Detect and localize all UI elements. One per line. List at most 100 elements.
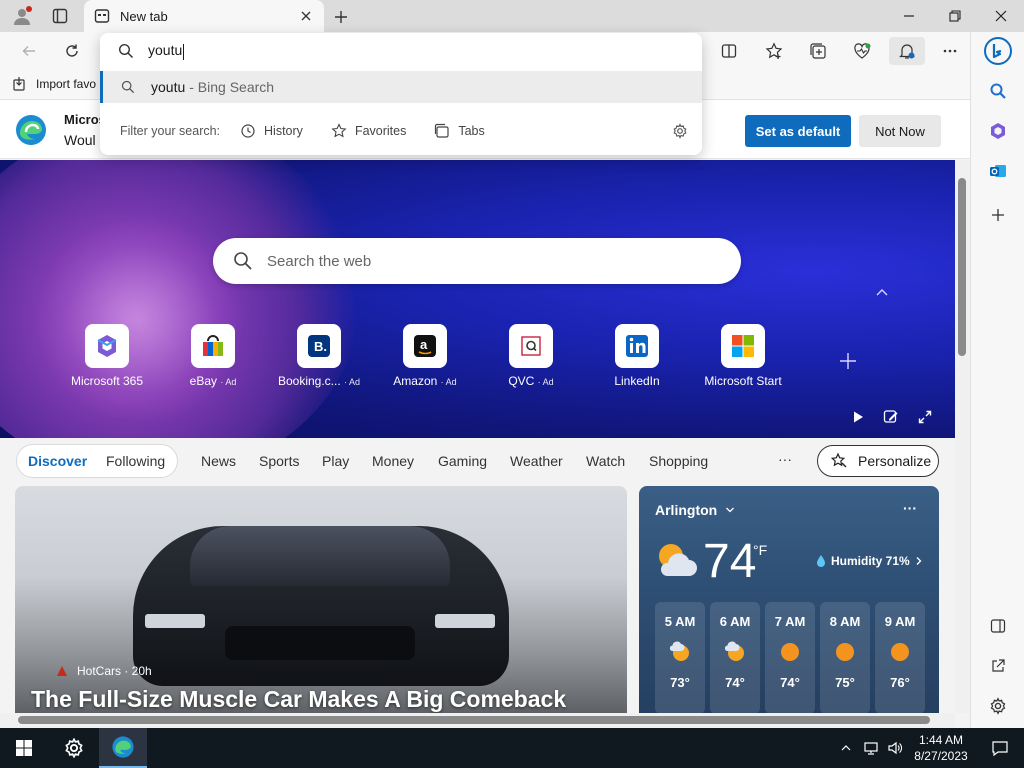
set-as-default-button[interactable]: Set as default: [745, 115, 851, 147]
vertical-scrollbar[interactable]: [955, 160, 970, 713]
tab-shopping[interactable]: Shopping: [649, 453, 708, 469]
import-favorites-item[interactable]: Import favo: [12, 76, 96, 92]
not-now-button[interactable]: Not Now: [859, 115, 941, 147]
favorites-icon[interactable]: [759, 37, 789, 65]
personalize-button[interactable]: Personalize: [817, 445, 939, 477]
tab-following[interactable]: Following: [106, 453, 165, 469]
hourly-forecast-item[interactable]: 8 AM 75°: [820, 602, 870, 714]
personalize-icon: [830, 452, 848, 470]
minimize-button[interactable]: [886, 0, 932, 32]
quick-link-amazon[interactable]: a Amazon · Ad: [370, 324, 480, 388]
tab-gaming[interactable]: Gaming: [438, 453, 487, 469]
ad-badge: · Ad: [440, 377, 457, 387]
show-hidden-icons-chevron-icon[interactable]: [834, 728, 858, 768]
horizontal-scrollbar[interactable]: [0, 713, 955, 728]
news-headline[interactable]: The Full-Size Muscle Car Makes A Big Com…: [31, 686, 566, 713]
suggestion-query: youtu: [151, 79, 186, 95]
sidebar-office-icon[interactable]: [984, 117, 1012, 145]
sidebar-panel-icon[interactable]: [984, 612, 1012, 640]
add-quick-link-icon[interactable]: [837, 350, 859, 372]
tile-label: Microsoft 365: [70, 374, 144, 388]
weather-city: Arlington: [655, 502, 718, 518]
horizontal-scroll-thumb[interactable]: [18, 716, 930, 724]
address-bar-value: youtu: [148, 42, 183, 59]
notifications-icon[interactable]: [889, 37, 925, 65]
tab-watch[interactable]: Watch: [586, 453, 625, 469]
tile-label: QVC: [508, 374, 535, 388]
close-window-button[interactable]: [978, 0, 1024, 32]
temperature-unit: °F: [753, 542, 768, 558]
current-temperature: 74: [703, 535, 757, 588]
filter-tabs[interactable]: Tabs: [434, 123, 485, 139]
taskbar-settings-icon[interactable]: [50, 728, 98, 768]
hotcars-logo-icon: [55, 664, 69, 678]
web-search-box[interactable]: Search the web: [213, 238, 741, 284]
tab-weather[interactable]: Weather: [510, 453, 563, 469]
tab-discover[interactable]: Discover: [28, 453, 87, 469]
collapse-chevron-up-icon[interactable]: [871, 282, 893, 304]
quick-link-microsoft-365[interactable]: Microsoft 365: [52, 324, 162, 388]
tab-news[interactable]: News: [201, 453, 236, 469]
chevron-right-icon: [914, 556, 924, 566]
weather-card[interactable]: Arlington ··· 74 °F Humidity 71% 5 AM 73…: [639, 486, 939, 714]
taskbar-clock[interactable]: 1:44 AM 8/27/2023: [906, 732, 976, 764]
partly-cloudy-large-icon: [653, 538, 699, 582]
news-source: HotCars · 20h: [55, 664, 152, 678]
search-settings-gear-icon[interactable]: [672, 123, 688, 139]
tab-close-icon[interactable]: [298, 8, 314, 24]
tab-money[interactable]: Money: [372, 453, 414, 469]
start-button[interactable]: [0, 728, 48, 768]
quick-link-linkedin[interactable]: LinkedIn: [582, 324, 692, 388]
tab-play[interactable]: Play: [322, 453, 349, 469]
web-search-placeholder: Search the web: [267, 252, 372, 270]
open-external-icon[interactable]: [984, 652, 1012, 680]
bing-search-suggestion[interactable]: youtu - Bing Search: [100, 71, 702, 103]
notification-center-icon[interactable]: [976, 728, 1024, 768]
sidebar-add-icon[interactable]: [984, 201, 1012, 229]
expand-icon[interactable]: [914, 406, 936, 428]
sidebar-search-icon[interactable]: [984, 77, 1012, 105]
more-menu-icon[interactable]: [935, 37, 965, 65]
new-tab-button[interactable]: [328, 4, 354, 30]
collections-icon[interactable]: [803, 37, 833, 65]
feed-more-icon[interactable]: ···: [778, 451, 792, 467]
restore-button[interactable]: [932, 0, 978, 32]
weather-location[interactable]: Arlington: [655, 502, 735, 518]
humidity[interactable]: Humidity 71%: [815, 554, 924, 568]
weather-more-icon[interactable]: ···: [903, 500, 917, 516]
quick-link-booking[interactable]: B. Booking.c... · Ad: [264, 324, 374, 388]
partly-cloudy-icon: [724, 641, 746, 663]
quick-link-qvc[interactable]: QVC · Ad: [476, 324, 586, 388]
refresh-button[interactable]: [57, 37, 87, 65]
hour-time: 8 AM: [829, 614, 861, 629]
back-button[interactable]: [14, 37, 44, 65]
browser-essentials-icon[interactable]: [847, 37, 877, 65]
split-screen-icon[interactable]: [714, 37, 744, 65]
filter-favorites[interactable]: Favorites: [331, 123, 406, 139]
banner-subtitle: Woul: [64, 132, 96, 148]
edge-logo-icon: [14, 113, 48, 147]
quick-link-ebay[interactable]: eBay · Ad: [158, 324, 268, 388]
quick-link-microsoft-start[interactable]: Microsoft Start: [688, 324, 798, 388]
bing-copilot-icon[interactable]: [983, 36, 1013, 66]
hourly-forecast-item[interactable]: 5 AM 73°: [655, 602, 705, 714]
hourly-forecast-item[interactable]: 9 AM 76°: [875, 602, 925, 714]
tab-new-tab[interactable]: New tab: [84, 0, 324, 32]
sidebar-outlook-icon[interactable]: [984, 157, 1012, 185]
filter-history[interactable]: History: [240, 123, 303, 139]
hour-time: 6 AM: [719, 614, 751, 629]
sidebar-settings-icon[interactable]: [984, 692, 1012, 720]
vertical-scroll-thumb[interactable]: [958, 178, 966, 356]
hourly-forecast-item[interactable]: 6 AM 74°: [710, 602, 760, 714]
tab-sports[interactable]: Sports: [259, 453, 299, 469]
address-bar-input[interactable]: youtu: [100, 33, 702, 69]
news-card[interactable]: HotCars · 20h The Full-Size Muscle Car M…: [15, 486, 627, 714]
play-background-icon[interactable]: [847, 406, 869, 428]
hourly-forecast-item[interactable]: 7 AM 74°: [765, 602, 815, 714]
network-icon[interactable]: [858, 728, 884, 768]
edit-page-icon[interactable]: [880, 406, 902, 428]
filter-tabs-label: Tabs: [458, 124, 485, 138]
tab-actions-icon[interactable]: [38, 0, 82, 32]
taskbar-edge-icon[interactable]: [99, 728, 147, 768]
volume-icon[interactable]: [882, 728, 908, 768]
